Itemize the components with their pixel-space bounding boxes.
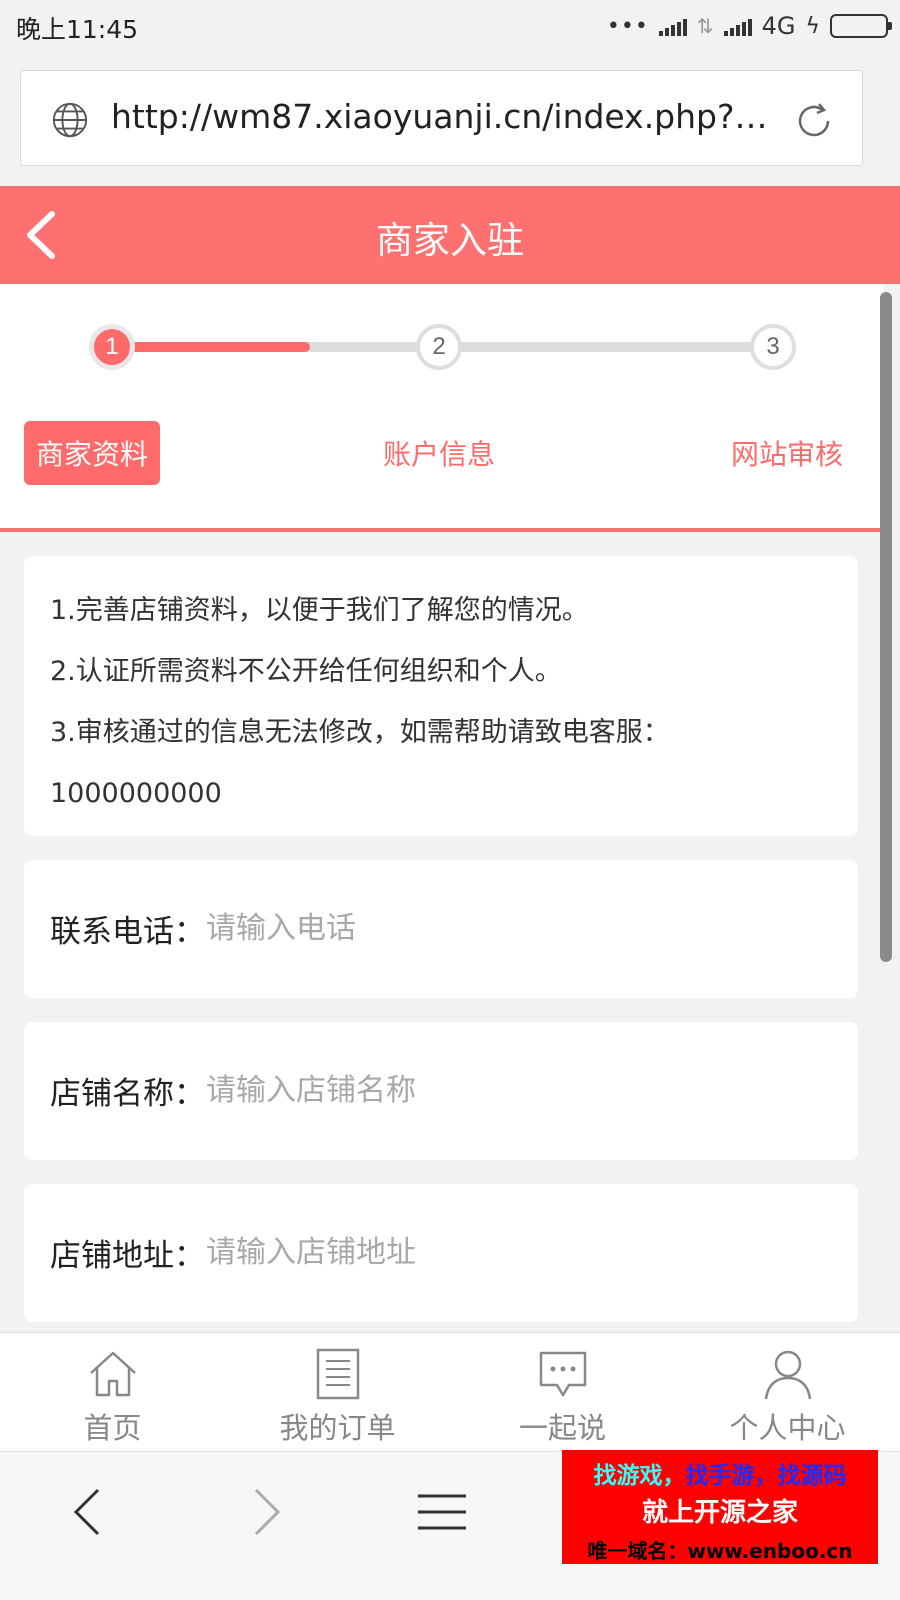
chat-bubble-icon	[539, 1351, 586, 1397]
store-name-field-card: 店铺名称：	[24, 1022, 858, 1160]
watermark-banner: 找游戏，找手游，找源码 就上开源之家 唯一域名：www.enboo.cn	[562, 1450, 878, 1564]
notice-line: 3.审核通过的信息无法修改，如需帮助请致电客服：	[50, 717, 670, 748]
address-bar[interactable]: http://wm87.xiaoyuanji.cn/index.php?ctrl…	[20, 70, 863, 166]
forward-arrow-icon[interactable]	[236, 1482, 296, 1542]
more-dots-icon: •••	[606, 13, 649, 39]
refresh-icon[interactable]	[792, 99, 836, 143]
watermark-line-1a: 找游戏，	[593, 1463, 686, 1489]
status-icons: ••• ⇅ 4G ϟ	[606, 8, 892, 44]
home-icon	[89, 1351, 136, 1397]
notice-phone: 1000000000	[50, 778, 222, 809]
bottom-tab-bar: 首页 我的订单 一起说 个人中心	[0, 1332, 900, 1452]
watermark-line-2: 就上开源之家	[641, 1498, 798, 1528]
tab-label: 个人中心	[729, 1411, 846, 1445]
tab-label: 一起说	[518, 1411, 606, 1445]
notice-line: 2.认证所需资料不公开给任何组织和个人。	[50, 656, 562, 687]
page-title: 商家入驻	[376, 219, 524, 262]
menu-icon[interactable]	[412, 1482, 472, 1542]
user-icon	[764, 1350, 811, 1400]
url-text[interactable]: http://wm87.xiaoyuanji.cn/index.php?ctrl…	[111, 97, 771, 136]
store-address-field-card: 店铺地址：	[24, 1184, 858, 1322]
tab-home[interactable]: 首页	[0, 1333, 225, 1451]
tab-profile[interactable]: 个人中心	[675, 1333, 900, 1451]
store-address-label: 店铺地址：	[50, 1238, 205, 1274]
watermark-line-1b: 找手游，找源码	[685, 1463, 847, 1489]
signal-icon	[658, 16, 687, 36]
app-header: 商家入驻	[0, 186, 900, 284]
watermark-line-1: 找游戏，找手游，找源码	[562, 1456, 878, 1490]
globe-icon	[52, 102, 88, 138]
order-list-icon	[316, 1348, 359, 1400]
step-label-site-review[interactable]: 网站审核	[731, 421, 843, 485]
tab-label: 首页	[83, 1411, 142, 1445]
signal-icon-secondary	[723, 16, 752, 36]
step-label-account-info[interactable]: 账户信息	[383, 421, 495, 485]
step-2-circle: 2	[416, 324, 462, 370]
notice-card: 1.完善店铺资料，以便于我们了解您的情况。 2.认证所需资料不公开给任何组织和个…	[24, 556, 858, 836]
phone-field-card: 联系电话：	[24, 860, 858, 998]
store-name-input[interactable]	[206, 1062, 826, 1118]
tab-label: 我的订单	[279, 1411, 396, 1445]
step-1-circle: 1	[89, 324, 135, 370]
status-bar: 晚上11:45 ••• ⇅ 4G ϟ	[0, 0, 900, 52]
phone-input[interactable]	[206, 900, 826, 956]
status-time: 晚上11:45	[16, 15, 139, 44]
store-name-label: 店铺名称：	[50, 1076, 205, 1112]
scrollbar[interactable]	[880, 292, 892, 962]
tab-my-orders[interactable]: 我的订单	[225, 1333, 450, 1451]
tab-chat[interactable]: 一起说	[450, 1333, 675, 1451]
charging-icon: ϟ	[805, 13, 820, 39]
back-arrow-icon[interactable]	[58, 1482, 118, 1542]
step-label-merchant-info[interactable]: 商家资料	[24, 421, 161, 485]
step-3-circle: 3	[750, 324, 796, 370]
watermark-line-3: 唯一域名：www.enboo.cn	[587, 1539, 853, 1563]
battery-icon	[830, 14, 892, 38]
notice-line: 1.完善店铺资料，以便于我们了解您的情况。	[50, 595, 589, 626]
progress-fill	[112, 342, 310, 352]
network-type: 4G	[761, 12, 796, 40]
phone-label: 联系电话：	[50, 914, 205, 950]
store-address-input[interactable]	[206, 1224, 826, 1280]
data-transfer-icon: ⇅	[696, 14, 714, 38]
steps-progress: 1 2 3 商家资料 账户信息 网站审核	[0, 284, 884, 532]
